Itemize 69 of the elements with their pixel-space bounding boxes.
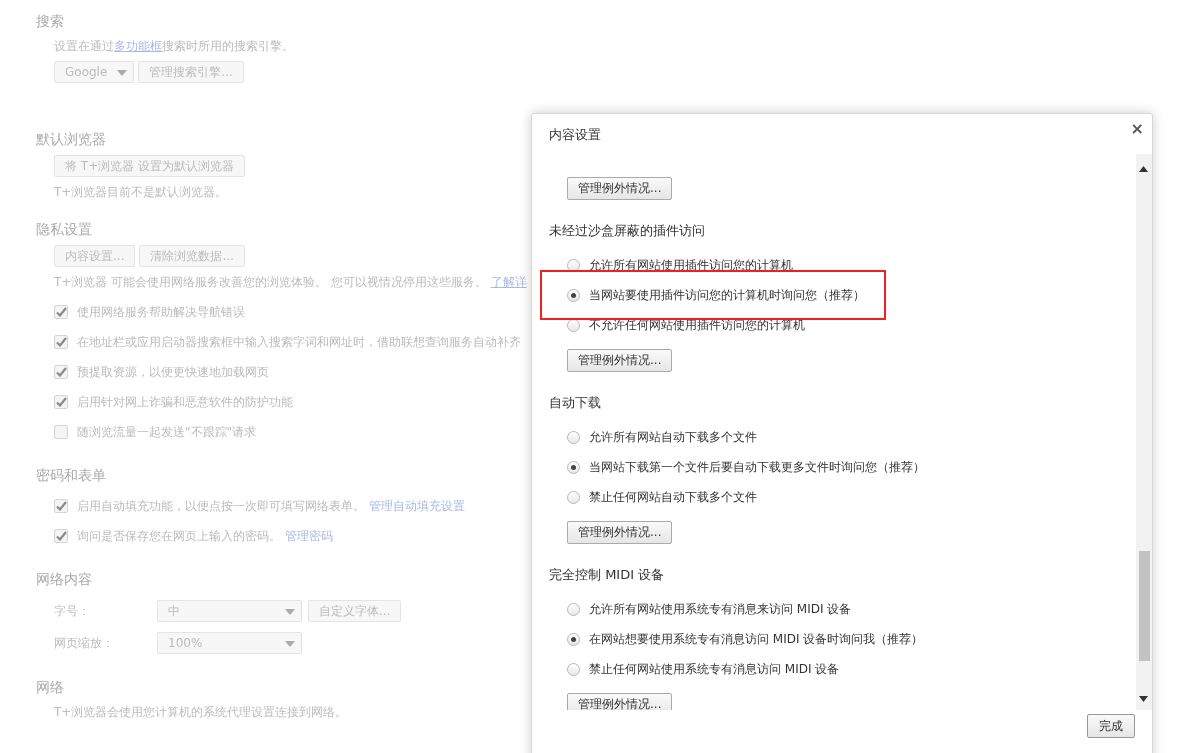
field-label: 网页缩放： [54, 634, 115, 652]
checkbox[interactable] [54, 529, 68, 543]
radio-label: 当网站要使用插件访问您的计算机时询问您（推荐） [589, 286, 865, 304]
caret-icon [117, 70, 128, 76]
checkbox[interactable] [54, 335, 68, 349]
radio-label: 不允许任何网站使用插件访问您的计算机 [589, 316, 805, 334]
checkmark-icon [55, 501, 67, 511]
radio-button[interactable] [567, 490, 580, 504]
radio-button[interactable] [567, 288, 580, 302]
caret-icon [285, 641, 295, 647]
radio-label: 允许所有网站使用插件访问您的计算机 [589, 256, 793, 274]
radio-label: 当网站下载第一个文件后要自动下载更多文件时询问您（推荐） [589, 458, 925, 476]
scrollbar-thumb[interactable] [1139, 551, 1150, 661]
radio-button[interactable] [567, 430, 580, 444]
checkmark-icon [55, 531, 67, 541]
section-heading: 默认浏览器 [36, 130, 107, 149]
scroll-down-icon[interactable] [1139, 696, 1148, 702]
manage-exceptions-button[interactable]: 管理例外情况... [567, 521, 673, 544]
link[interactable]: 了解详 [490, 275, 527, 289]
checkbox-label: 预提取资源，以便更快速地加载网页 [77, 363, 269, 381]
checkmark-icon [55, 397, 67, 407]
checkbox[interactable] [54, 395, 68, 409]
checkmark-icon [55, 367, 67, 377]
radio-label: 在网站想要使用系统专有消息访问 MIDI 设备时询问我（推荐） [589, 630, 924, 648]
checkbox[interactable] [54, 365, 68, 379]
description-text: T+浏览器 可能会使用网络服务改善您的浏览体验。 您可以视情况停用这些服务。 了解详 [54, 274, 528, 291]
description-text: T+浏览器会使用您计算机的系统代理设置连接到网络。 [54, 704, 349, 721]
close-button[interactable]: × [1128, 119, 1146, 138]
checkbox-label: 在地址栏或应用启动器搜索框中输入搜索字词和网址时，借助联想查询服务自动补齐 [77, 333, 521, 351]
description-text: T+浏览器目前不是默认浏览器。 [54, 184, 229, 201]
radio-label: 允许所有网站自动下载多个文件 [589, 428, 757, 446]
checkbox-label: 使用网络服务帮助解决导航错误 [77, 303, 245, 321]
checkbox[interactable] [54, 305, 68, 319]
caret-icon [285, 609, 295, 615]
radio-button[interactable] [567, 632, 580, 646]
dropdown[interactable]: 100% [157, 632, 302, 654]
link[interactable]: 管理自动填充设置 [368, 498, 465, 513]
scrollbar[interactable] [1136, 154, 1152, 710]
radio-button[interactable] [567, 602, 580, 616]
checkbox-label: 启用针对网上诈骗和恶意软件的防护功能 [77, 393, 293, 411]
dialog-title: 内容设置 [549, 126, 601, 144]
link[interactable]: 管理密码 [284, 528, 333, 543]
group-heading: 未经过沙盒屏蔽的插件访问 [549, 222, 706, 240]
manage-exceptions-button[interactable]: 管理例外情况... [567, 349, 673, 372]
section-heading: 网络 [36, 678, 65, 697]
group-heading: 自动下载 [549, 394, 602, 412]
scroll-up-icon[interactable] [1139, 166, 1148, 172]
section-heading: 网络内容 [36, 570, 93, 589]
checkmark-icon [55, 307, 67, 317]
radio-button[interactable] [567, 662, 580, 676]
checkmark-icon [55, 337, 67, 347]
checkbox[interactable] [54, 499, 68, 513]
link[interactable]: 多功能框 [114, 39, 162, 53]
description-text: 设置在通过多功能框搜索时所用的搜索引擎。 [54, 38, 295, 55]
section-heading: 搜索 [36, 12, 65, 31]
manage-exceptions-button[interactable]: 管理例外情况... [567, 177, 673, 200]
dropdown[interactable]: 中 [157, 600, 302, 622]
field-label: 字号： [54, 602, 91, 620]
section-heading: 密码和表单 [36, 466, 107, 485]
dropdown[interactable]: Google [54, 61, 135, 83]
done-button[interactable]: 完成 [1087, 714, 1135, 738]
manage-exceptions-button[interactable]: 管理例外情况... [567, 693, 673, 710]
section-heading: 隐私设置 [36, 220, 93, 239]
group-heading: 完全控制 MIDI 设备 [549, 566, 666, 584]
radio-label: 禁止任何网站使用系统专有消息访问 MIDI 设备 [589, 660, 840, 678]
radio-label: 禁止任何网站自动下载多个文件 [589, 488, 757, 506]
checkbox[interactable] [54, 425, 68, 439]
radio-label: 允许所有网站使用系统专有消息来访问 MIDI 设备 [589, 600, 852, 618]
radio-button[interactable] [567, 460, 580, 474]
